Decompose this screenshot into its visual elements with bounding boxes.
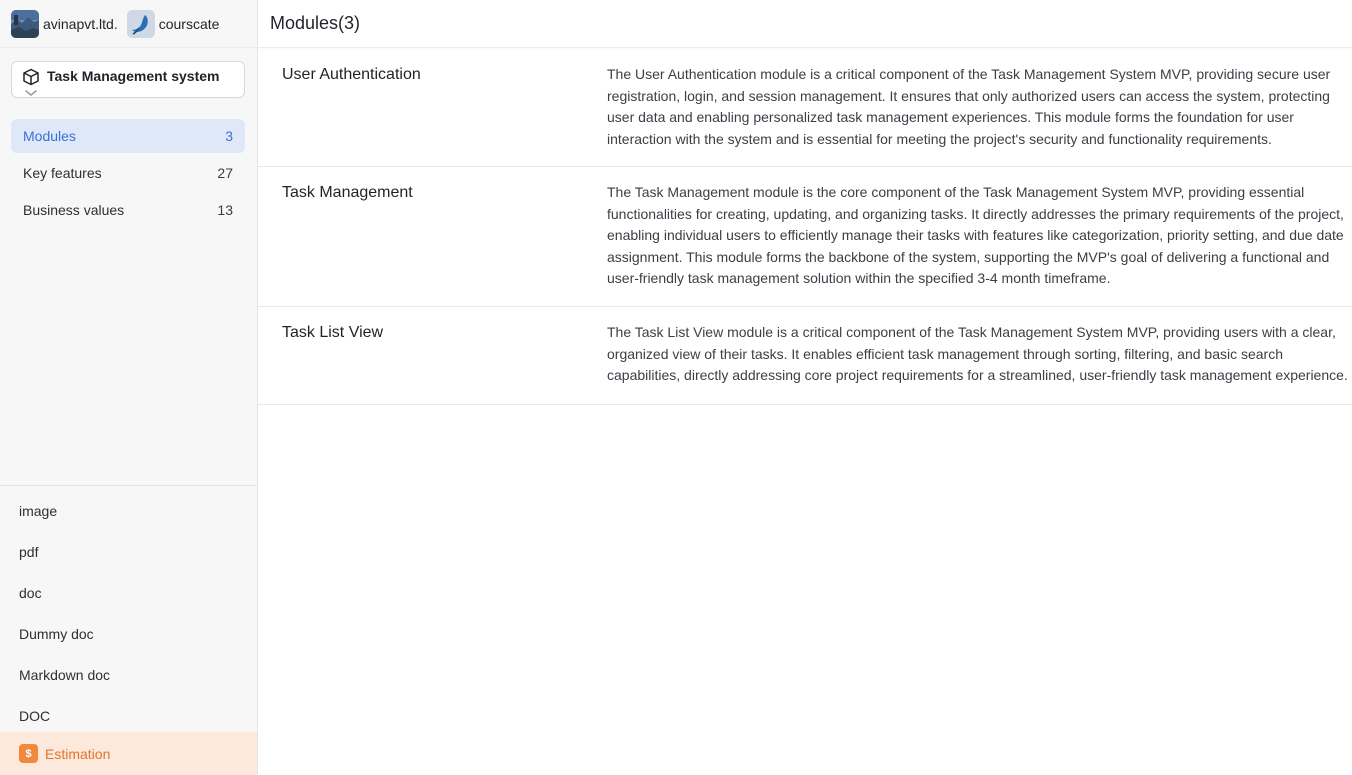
description-line: The Task Management module is the core c… (607, 184, 1305, 200)
doc-item-markdown-doc[interactable]: Markdown doc (0, 654, 257, 695)
description-line: enabling individual users to efficiently… (607, 227, 1344, 244)
dollar-icon: $ (19, 744, 38, 763)
description-line: The Task List View module is a critical … (607, 324, 1336, 340)
nav-item-modules[interactable]: Modules 3 (11, 119, 245, 153)
description-line: functionalities for creating, updating, … (607, 205, 1344, 222)
nav-item-label: Modules (23, 128, 76, 144)
workspace-avinapvt[interactable]: avinapvt.ltd. (11, 9, 118, 38)
workspace-avatar-landscape (11, 9, 39, 38)
description-line: user-friendly task management solution w… (607, 270, 1111, 287)
module-description: The User Authentication module is a crit… (607, 64, 1352, 150)
doc-item-doc-upper[interactable]: DOC (0, 695, 257, 736)
nav-item-key-features[interactable]: Key features 27 (11, 156, 245, 190)
nav-item-label: Key features (23, 165, 102, 181)
section-nav: Modules 3 Key features 27 Business value… (11, 119, 245, 230)
module-name: User Authentication (282, 66, 421, 83)
module-row[interactable]: Task Management The Task Management modu… (258, 167, 1352, 307)
page-title: Modules(3) (270, 13, 361, 33)
chevron-down-icon (25, 90, 37, 97)
estimation-label: Estimation (45, 745, 111, 762)
sidebar-divider (0, 485, 257, 486)
cube-icon (23, 68, 39, 86)
description-line: capabilities, directly addressing core p… (607, 367, 1348, 384)
project-name: Task Management system (47, 68, 220, 84)
workspace-courscate[interactable]: courscate (126, 9, 220, 38)
workspace-bar: avinapvt.ltd. courscate (0, 0, 257, 48)
doc-item-doc[interactable]: doc (0, 572, 257, 613)
doc-item-image[interactable]: image (0, 490, 257, 531)
module-name: Task Management (282, 184, 413, 201)
estimation-item[interactable]: $ Estimation (0, 732, 257, 775)
module-description: The Task Management module is the core c… (607, 182, 1352, 290)
module-name: Task List View (282, 324, 384, 341)
description-line: user data and enabling personalized task… (607, 109, 1294, 126)
nav-item-count: 3 (225, 128, 233, 144)
nav-item-label: Business values (23, 202, 125, 218)
workspace-avatar-bird (126, 9, 155, 38)
doc-item-pdf[interactable]: pdf (0, 531, 257, 572)
main-header: Modules(3) (258, 0, 1352, 48)
module-row[interactable]: Task List View The Task List View module… (258, 307, 1352, 405)
project-selector[interactable]: Task Management system (11, 61, 245, 98)
workspace-name: courscate (158, 15, 220, 32)
nav-item-count: 13 (217, 202, 233, 218)
document-list: image pdf doc Dummy doc Markdown doc DOC (0, 490, 257, 736)
module-row[interactable]: User Authentication The User Authenticat… (258, 49, 1352, 167)
description-line: registration, login, and session managem… (607, 87, 1330, 104)
nav-item-business-values[interactable]: Business values 13 (11, 193, 245, 227)
description-line: The User Authentication module is a crit… (607, 66, 1331, 82)
module-description: The Task List View module is a critical … (607, 322, 1352, 387)
nav-item-count: 27 (217, 165, 233, 181)
workspace-name: avinapvt.ltd. (43, 15, 118, 32)
description-line: interaction with the system and is essen… (607, 130, 1272, 147)
description-line: assignment. This module forms the backbo… (607, 248, 1330, 265)
sidebar: avinapvt.ltd. courscate Task Management … (0, 0, 258, 775)
main-content: Modules(3) User Authentication The User … (258, 0, 1352, 775)
doc-item-dummy-doc[interactable]: Dummy doc (0, 613, 257, 654)
description-line: organized view of their tasks. It enable… (607, 345, 1283, 362)
